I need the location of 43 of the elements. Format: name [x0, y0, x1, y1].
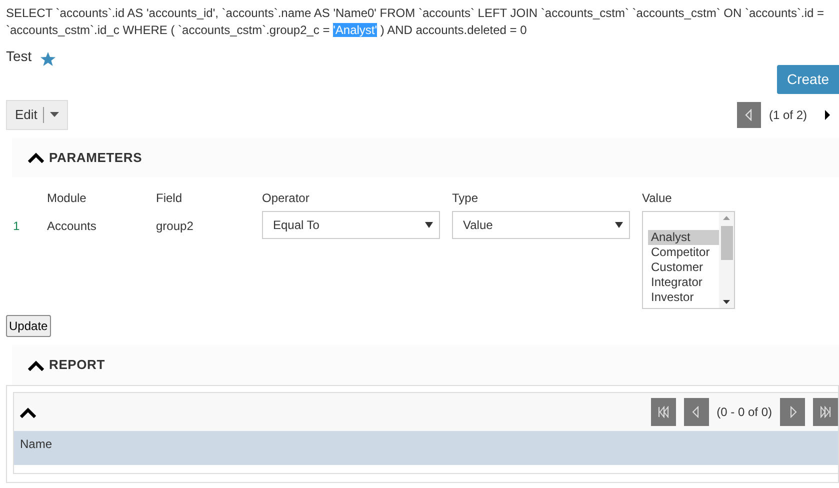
column-header: Module [47, 190, 88, 207]
page-counter: (0 - 0 of 0) [716, 404, 772, 420]
column-header: Name [20, 436, 52, 452]
chevron-up-icon [28, 151, 44, 164]
caret-icon [615, 222, 623, 228]
list-option[interactable]: Customer [648, 260, 719, 275]
section-header[interactable]: PARAMETERS [12, 138, 839, 177]
column-header: Type [452, 190, 480, 207]
section-title: REPORT [49, 356, 105, 374]
list-option[interactable]: Investor [648, 290, 719, 305]
record-counter: (1 of 2) [768, 106, 807, 124]
caret-icon [50, 112, 60, 118]
type-select[interactable]: Value [452, 211, 630, 239]
first-page-button[interactable] [650, 398, 676, 426]
row-number: 1 [13, 218, 21, 235]
column-header: Operator [262, 190, 310, 207]
scroll-down-icon [723, 300, 730, 304]
list-option[interactable]: Competitor [648, 245, 719, 260]
sql-query-text: SELECT `accounts`.id AS 'accounts_id', `accounts`.name AS 'Name0' FROM `accounts` LEFT JOIN `accounts_cstm` `accounts_cstm` ON `accounts`.id = `accounts_cstm`.id_c WHERE ( `accounts_cstm`.group2_c = 'Analyst' ) AND accounts.deleted = 0 [5, 5, 826, 39]
list-option[interactable]: Integrator [648, 275, 719, 290]
operator-select[interactable]: Equal To [262, 211, 440, 239]
section-header[interactable]: REPORT [12, 345, 839, 384]
update-button[interactable]: Update [6, 315, 51, 337]
module-cell-text: Accounts [47, 218, 98, 235]
previous-button[interactable] [684, 398, 709, 426]
last-page-icon [820, 406, 832, 418]
scroll-up-icon [723, 216, 730, 220]
value-listbox[interactable]: Analyst Competitor Customer Integrator Investor [642, 211, 735, 309]
first-page-icon [657, 406, 670, 418]
section-title: PARAMETERS [49, 148, 142, 166]
chevron-up-icon [20, 406, 36, 418]
previous-icon [743, 108, 754, 121]
page-title: Test [6, 48, 32, 64]
column-header: Value [642, 190, 673, 207]
scrollbar[interactable] [719, 212, 734, 308]
chevron-up-icon [28, 358, 44, 371]
create-button[interactable]: Create [776, 65, 839, 94]
edit-button[interactable]: Edit [6, 100, 68, 130]
column-header: Field [156, 190, 184, 207]
field-cell-text: group2 [156, 218, 194, 235]
caret-icon [425, 222, 433, 228]
last-page-button[interactable] [813, 398, 838, 426]
list-option[interactable]: Analyst [648, 230, 719, 245]
